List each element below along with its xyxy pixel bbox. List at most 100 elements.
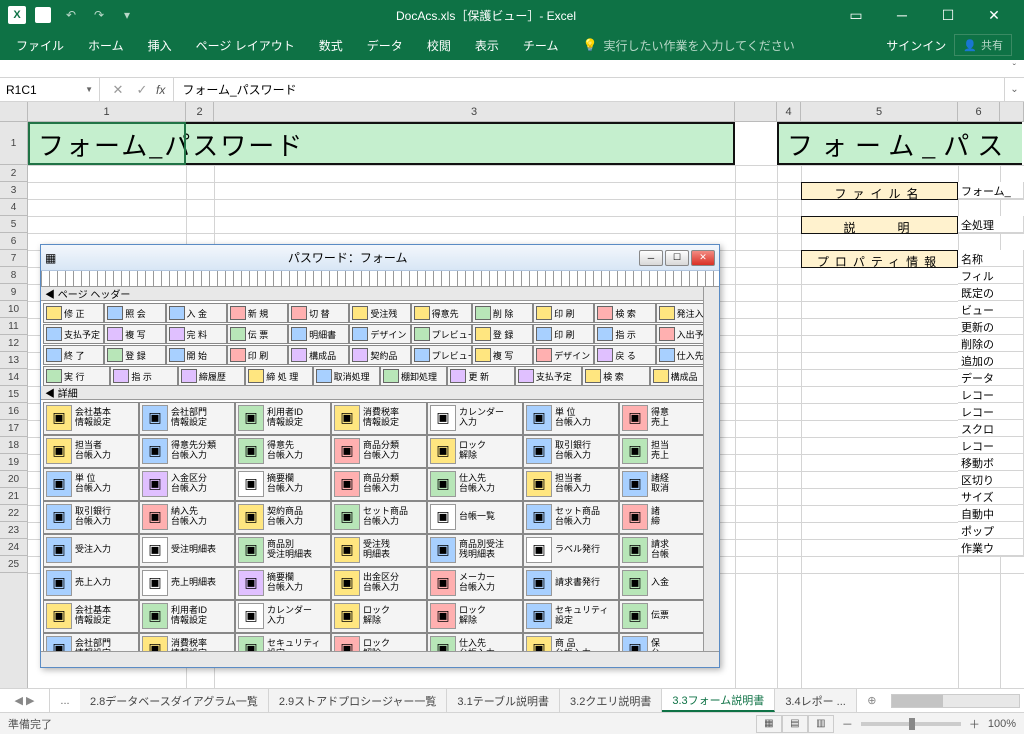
- form-toolbar-button[interactable]: 削 除: [472, 303, 533, 323]
- sheet-tab[interactable]: 3.2クエリ説明書: [560, 689, 662, 712]
- save-icon[interactable]: [32, 4, 54, 26]
- form-toolbar-button[interactable]: 登 録: [472, 324, 533, 344]
- row-header[interactable]: 19: [0, 454, 27, 471]
- form-icon-button[interactable]: ▣セット商品 台帳入力: [523, 501, 619, 534]
- col-header[interactable]: 4: [777, 102, 801, 121]
- form-toolbar-button[interactable]: 締履歴: [178, 366, 245, 386]
- form-icon-button[interactable]: ▣摘要欄 台帳入力: [235, 468, 331, 501]
- form-toolbar-button[interactable]: 戻 る: [594, 345, 655, 365]
- row-header[interactable]: 24: [0, 539, 27, 556]
- label-cell-description[interactable]: 説 明: [801, 216, 958, 234]
- form-icon-button[interactable]: ▣ロック 解除: [331, 600, 427, 633]
- form-toolbar-button[interactable]: 受注残: [349, 303, 410, 323]
- sheet-tab[interactable]: 2.8データベースダイアグラム一覧: [80, 689, 269, 712]
- form-icon-button[interactable]: ▣仕入先 台帳入力: [427, 468, 523, 501]
- data-cell[interactable]: 区切り: [958, 471, 1024, 488]
- form-h-scrollbar[interactable]: [41, 651, 719, 667]
- form-toolbar-button[interactable]: 明細書: [288, 324, 349, 344]
- minimize-button[interactable]: ─: [880, 0, 924, 30]
- chevron-down-icon[interactable]: ▼: [85, 85, 93, 94]
- row-header[interactable]: 2: [0, 165, 27, 182]
- view-page-break-icon[interactable]: ▥: [808, 715, 834, 733]
- data-cell[interactable]: フォーム_: [958, 182, 1024, 199]
- row-header[interactable]: 8: [0, 267, 27, 284]
- form-toolbar-button[interactable]: 切 替: [288, 303, 349, 323]
- data-cell[interactable]: ポップ: [958, 522, 1024, 539]
- data-cell[interactable]: レコー: [958, 403, 1024, 420]
- row-header[interactable]: 10: [0, 301, 27, 318]
- form-icon-button[interactable]: ▣保 台: [619, 633, 715, 652]
- form-icon-button[interactable]: ▣得意先 台帳入力: [235, 435, 331, 468]
- data-cell[interactable]: ビュー: [958, 301, 1024, 318]
- form-icon-button[interactable]: ▣受注入力: [43, 534, 139, 567]
- row-header[interactable]: 23: [0, 522, 27, 539]
- form-toolbar-button[interactable]: デザイン: [533, 345, 594, 365]
- form-toolbar-button[interactable]: 実 行: [43, 366, 110, 386]
- form-icon-button[interactable]: ▣仕入先 台帳入力: [427, 633, 523, 652]
- h-scrollbar[interactable]: [891, 694, 1020, 708]
- form-toolbar-button[interactable]: 登 録: [104, 345, 165, 365]
- data-cell[interactable]: レコー: [958, 386, 1024, 403]
- sheet-overflow-left[interactable]: ...: [50, 689, 80, 712]
- sheet-nav-buttons[interactable]: ◀ ▶: [0, 689, 50, 712]
- form-icon-button[interactable]: ▣担当者 台帳入力: [43, 435, 139, 468]
- row-header[interactable]: 9: [0, 284, 27, 301]
- form-toolbar-button[interactable]: 修 正: [43, 303, 104, 323]
- data-cell[interactable]: サイズ: [958, 488, 1024, 505]
- form-icon-button[interactable]: ▣利用者ID 情報設定: [235, 402, 331, 435]
- form-toolbar-button[interactable]: 新 規: [227, 303, 288, 323]
- form-icon-button[interactable]: ▣出金区分 台帳入力: [331, 567, 427, 600]
- tab-home[interactable]: ホーム: [76, 30, 136, 60]
- col-header[interactable]: [1000, 102, 1024, 121]
- data-cell[interactable]: データ: [958, 369, 1024, 386]
- row-header[interactable]: 3: [0, 182, 27, 199]
- form-icon-button[interactable]: ▣入金区分 台帳入力: [139, 468, 235, 501]
- form-toolbar-button[interactable]: プレビュー: [411, 345, 472, 365]
- row-header[interactable]: 25: [0, 556, 27, 573]
- fx-icon[interactable]: fx: [156, 83, 165, 97]
- form-close-button[interactable]: ✕: [691, 250, 715, 266]
- form-icon-button[interactable]: ▣メーカー 台帳入力: [427, 567, 523, 600]
- form-toolbar-button[interactable]: 印 刷: [227, 345, 288, 365]
- row-header[interactable]: 17: [0, 420, 27, 437]
- title-cell-2[interactable]: フォーム_パスワー: [777, 122, 1022, 165]
- form-icon-button[interactable]: ▣伝票: [619, 600, 715, 633]
- form-icon-button[interactable]: ▣消費税率 情報設定: [139, 633, 235, 652]
- tab-file[interactable]: ファイル: [4, 30, 76, 60]
- row-header[interactable]: 22: [0, 505, 27, 522]
- data-cell[interactable]: 追加の: [958, 352, 1024, 369]
- tab-page-layout[interactable]: ページ レイアウト: [184, 30, 307, 60]
- form-toolbar-button[interactable]: 完 料: [166, 324, 227, 344]
- form-icon-button[interactable]: ▣ロック 解除: [331, 633, 427, 652]
- data-cell[interactable]: 更新の: [958, 318, 1024, 335]
- zoom-level[interactable]: 100%: [988, 718, 1016, 730]
- form-icon-button[interactable]: ▣セキュリティ 設定: [235, 633, 331, 652]
- share-button[interactable]: 👤共有: [954, 34, 1012, 56]
- tab-data[interactable]: データ: [355, 30, 415, 60]
- form-toolbar-button[interactable]: 印 刷: [533, 324, 594, 344]
- form-toolbar-button[interactable]: 終 了: [43, 345, 104, 365]
- form-icon-button[interactable]: ▣取引銀行 台帳入力: [43, 501, 139, 534]
- undo-icon[interactable]: ↶: [60, 4, 82, 26]
- col-header[interactable]: 2: [186, 102, 214, 121]
- form-icon-button[interactable]: ▣受注残 明細表: [331, 534, 427, 567]
- view-page-layout-icon[interactable]: ▤: [782, 715, 808, 733]
- data-cell[interactable]: 削除の: [958, 335, 1024, 352]
- form-icon-button[interactable]: ▣得意 売上: [619, 402, 715, 435]
- redo-icon[interactable]: ↷: [88, 4, 110, 26]
- label-cell-file_name[interactable]: ファイル名: [801, 182, 958, 200]
- row-header[interactable]: 12: [0, 335, 27, 352]
- form-toolbar-button[interactable]: 印 刷: [533, 303, 594, 323]
- form-icon-button[interactable]: ▣会社基本 情報設定: [43, 600, 139, 633]
- form-icon-button[interactable]: ▣売上入力: [43, 567, 139, 600]
- tab-review[interactable]: 校閲: [415, 30, 463, 60]
- form-icon-button[interactable]: ▣会社部門 情報設定: [139, 402, 235, 435]
- form-icon-button[interactable]: ▣単 位 台帳入力: [43, 468, 139, 501]
- sheet-tab[interactable]: 2.9ストアドプロシージャー一覧: [269, 689, 448, 712]
- row-header[interactable]: 1: [0, 122, 27, 165]
- row-header[interactable]: 5: [0, 216, 27, 233]
- form-toolbar-button[interactable]: 取消処理: [313, 366, 380, 386]
- form-icon-button[interactable]: ▣商品分類 台帳入力: [331, 435, 427, 468]
- label-cell-prop_info[interactable]: プロパティ情報: [801, 250, 958, 268]
- col-header[interactable]: 5: [801, 102, 958, 121]
